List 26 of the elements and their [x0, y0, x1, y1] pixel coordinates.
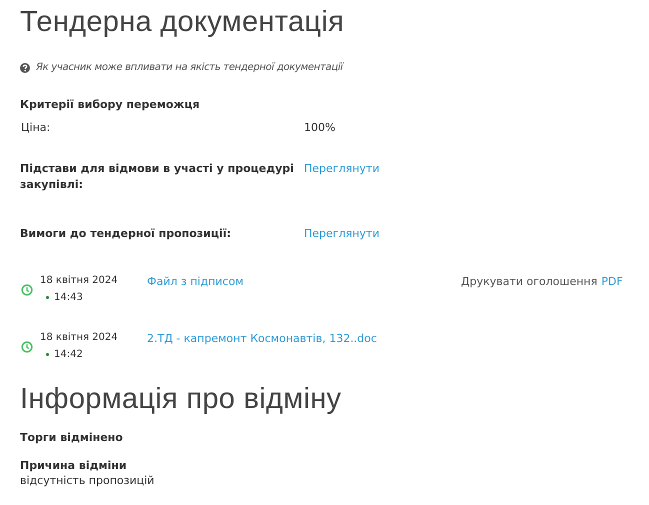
view-link[interactable]: Переглянути	[304, 226, 629, 242]
bullet-icon	[46, 353, 49, 356]
help-link[interactable]: Як учасник може впливати на якість тендерної документації	[36, 62, 343, 73]
detail-label: Вимоги до тендерної пропозиції:	[20, 226, 232, 242]
clock-icon	[21, 341, 33, 353]
section-heading: Критерії вибору переможця	[20, 98, 201, 111]
reason-text: відсутність пропозицій	[20, 474, 156, 487]
view-link[interactable]: Переглянути	[304, 161, 629, 193]
section-title: Інформація про відміну	[20, 383, 342, 416]
file-link[interactable]: Файл з підписом	[147, 275, 461, 288]
clock-icon	[21, 284, 33, 296]
help-icon	[20, 62, 30, 72]
doc-time: 14:42	[54, 349, 83, 360]
criterion-value: 100%	[304, 121, 336, 134]
print-label: Друкувати оголошення	[461, 275, 598, 288]
criterion-label: Ціна:	[20, 121, 52, 134]
pdf-link[interactable]: PDF	[601, 275, 623, 288]
doc-date: 18 квітня 2024	[40, 275, 119, 286]
page-title: Тендерна документація	[20, 5, 346, 39]
doc-date: 18 квітня 2024	[40, 332, 119, 343]
detail-label: Підстави для відмови в участі у процедурі закупівлі:	[20, 161, 295, 193]
reason-label: Причина відміни	[20, 459, 128, 472]
bullet-icon	[46, 296, 49, 299]
file-link[interactable]: 2.ТД - капремонт Космонавтів, 132..doc	[147, 332, 461, 345]
doc-time: 14:43	[54, 292, 83, 303]
cancel-status: Торги відмінено	[20, 431, 124, 444]
